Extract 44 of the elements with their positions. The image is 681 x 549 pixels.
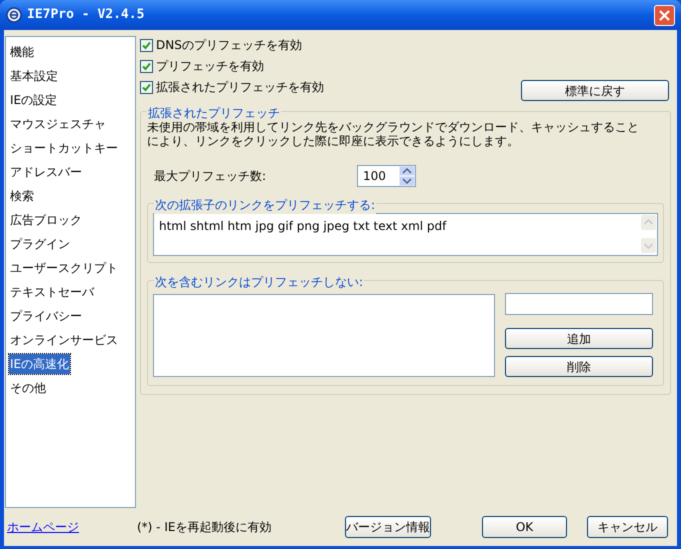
ok-button[interactable]: OK — [482, 516, 567, 538]
group-title: 次の拡張子のリンクをプリフェッチする: — [154, 196, 376, 214]
version-button[interactable]: バージョン情報 — [345, 516, 431, 538]
max-prefetch-label: 最大プリフェッチ数: — [154, 168, 268, 185]
globe-icon — [6, 7, 22, 23]
delete-button[interactable]: 削除 — [505, 356, 653, 377]
description-text: 未使用の帯域を利用してリンク先をバックグラウンドでダウンロード、キャッシュすることにより、リンクをクリックした際に即座に表示できるようにします。 — [147, 120, 640, 148]
checkbox-label: 拡張されたプリフェッチを有効 — [156, 79, 324, 96]
restart-note: (*) - IEを再起動後に有効 — [137, 519, 272, 536]
sidebar-item[interactable]: IEの高速化 — [9, 354, 70, 374]
window-title: IE7Pro - V2.4.5 — [27, 6, 144, 24]
exclude-list[interactable] — [153, 294, 495, 377]
checkbox-label: プリフェッチを有効 — [156, 58, 264, 75]
sidebar-item[interactable]: 機能 — [9, 42, 35, 62]
checkbox-label: DNSのプリフェッチを有効 — [156, 37, 302, 54]
checkbox[interactable] — [140, 80, 153, 94]
spin-arrows-icon[interactable] — [399, 166, 415, 186]
input-field[interactable] — [505, 293, 653, 315]
close-button[interactable] — [654, 4, 675, 26]
sidebar-item[interactable]: テキストセーバ — [9, 282, 95, 302]
reset-button[interactable]: 標準に戻す — [521, 80, 669, 101]
checkbox[interactable] — [140, 38, 153, 52]
cancel-button[interactable]: キャンセル — [587, 516, 668, 538]
group-title: 次を含むリンクはプリフェッチしない: — [154, 273, 364, 291]
sidebar-item[interactable]: 基本設定 — [9, 66, 59, 86]
sidebar-item[interactable]: その他 — [9, 378, 47, 398]
close-icon — [659, 10, 670, 20]
sidebar-item[interactable]: ショートカットキー — [9, 138, 119, 158]
sidebar-item[interactable]: IEの設定 — [9, 90, 58, 110]
homepage-link[interactable]: ホームページ — [7, 518, 137, 536]
group-title: 拡張されたプリフェッチ — [147, 104, 281, 122]
sidebar-item[interactable]: ユーザースクリプト — [9, 258, 119, 278]
sidebar-item[interactable]: 検索 — [9, 186, 35, 206]
sidebar-item[interactable]: オンラインサービス — [9, 330, 119, 350]
sidebar-item[interactable]: プライバシー — [9, 306, 83, 326]
checkbox[interactable] — [140, 60, 153, 72]
extensions-textarea[interactable]: html shtml htm jpg gif png jpeg txt text xml pdf — [153, 213, 658, 256]
spin-field[interactable]: 100 — [357, 165, 416, 187]
sidebar-item[interactable]: 広告ブロック — [9, 210, 83, 230]
sidebar-item[interactable]: マウスジェスチャ — [9, 114, 107, 134]
add-button[interactable]: 追加 — [505, 328, 653, 349]
sidebar-item[interactable]: プラグイン — [9, 234, 71, 254]
sidebar-item[interactable]: アドレスバー — [9, 162, 83, 182]
scrollbar-icon — [640, 214, 657, 255]
